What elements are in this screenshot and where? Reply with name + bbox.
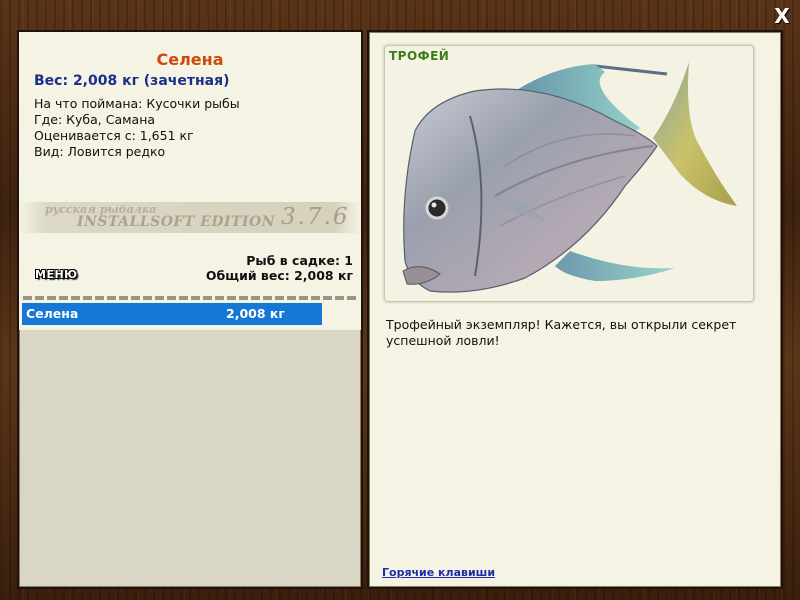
trophy-badge: ТРОФЕЙ (389, 49, 450, 63)
fish-eye (425, 196, 449, 220)
cage-total-weight: Общий вес: 2,008 кг (205, 268, 353, 283)
close-icon: X (774, 4, 790, 28)
fish-weight: Вес: 2,008 кг (зачетная) (34, 73, 230, 89)
anal-fin (555, 251, 675, 281)
trophy-panel: ТРОФЕЙ Трофейный экземпляр! Кажется, вы … (367, 30, 783, 589)
fish-info-panel: Селена Вес: 2,008 кг (зачетная) На что п… (17, 30, 363, 589)
logo-version: 3.7.6 (281, 204, 350, 230)
cage-count: Рыб в садке: 1 (246, 253, 353, 268)
kind-info: Вид: Ловится редко (34, 144, 166, 159)
divider (23, 296, 357, 300)
catch-weight: 2,008 кг (226, 306, 285, 321)
fish-image (402, 62, 737, 293)
cage-stats: Рыб в садке: 1 Общий вес: 2,008 кг (206, 253, 353, 283)
eye-highlight (431, 202, 437, 208)
catch-name: Селена (26, 306, 79, 321)
catch-list-item[interactable]: Селена 2,008 кг (22, 303, 322, 325)
valued-from-info: Оценивается с: 1,651 кг (34, 128, 194, 143)
fish-image-frame: ТРОФЕЙ (384, 45, 754, 302)
fish-name: Селена (156, 50, 224, 69)
menu-button[interactable]: МЕНЮ (35, 268, 78, 281)
location-info: Где: Куба, Самана (34, 112, 156, 127)
logo-main-text: INSTALLSOFT EDITION (77, 214, 276, 230)
close-button[interactable]: X (772, 6, 792, 26)
tail-fin (653, 62, 737, 206)
fish-details: На что поймана: Кусочки рыбы Где: Куба, … (34, 96, 240, 160)
bait-info: На что поймана: Кусочки рыбы (34, 96, 240, 111)
hotkeys-link[interactable]: Горячие клавиши (382, 566, 495, 579)
trophy-description: Трофейный экземпляр! Кажется, вы открыли… (386, 317, 737, 348)
fish-info-card: Селена Вес: 2,008 кг (зачетная) На что п… (19, 32, 361, 330)
dorsal-filament (594, 64, 668, 76)
